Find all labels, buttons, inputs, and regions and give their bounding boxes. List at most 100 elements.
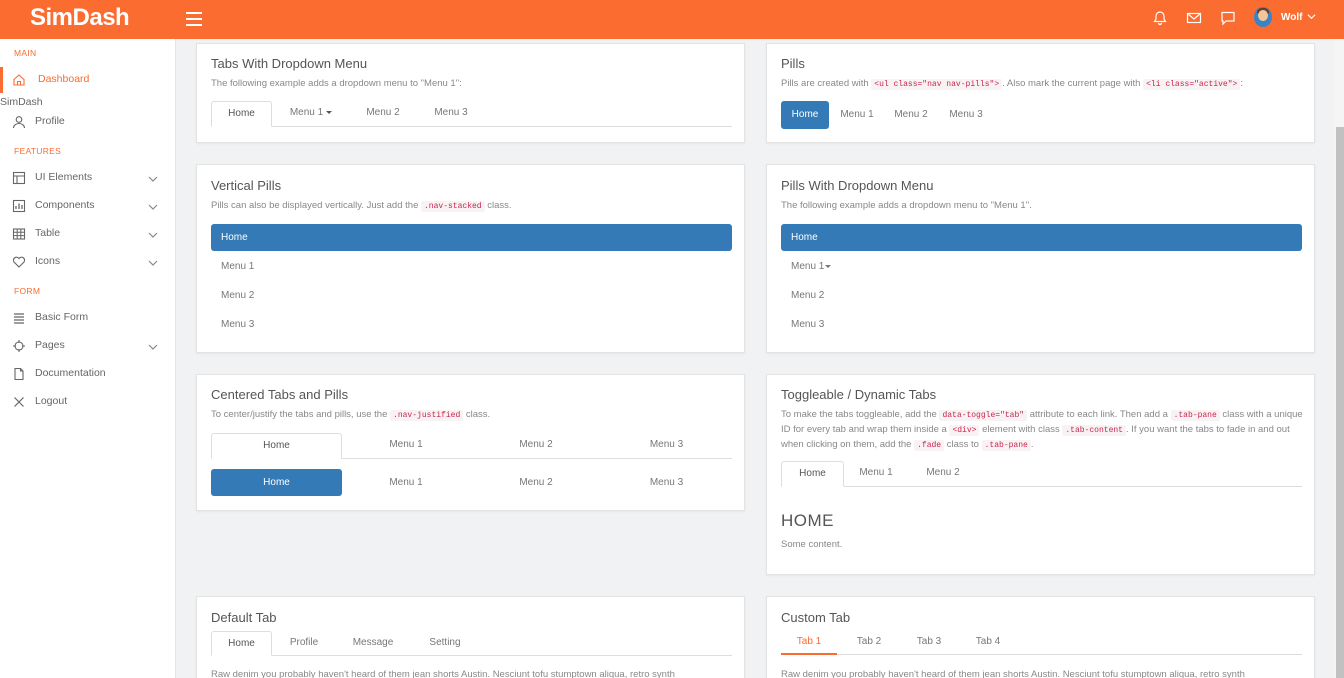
- sidebar-heading-main: MAIN: [14, 48, 37, 58]
- sidebar-item-label: Basic Form: [35, 311, 89, 323]
- user-icon: [12, 115, 26, 129]
- tab-menu-1-dropdown[interactable]: Menu 1: [280, 101, 342, 127]
- tab-bar: Home Menu 1 Menu 2 Menu 3: [211, 101, 732, 127]
- tab-bar: Home Profile Message Setting: [211, 631, 732, 656]
- card-description: To center/justify the tabs and pills, us…: [211, 409, 491, 421]
- sidebar-item-icons[interactable]: Icons: [0, 249, 176, 275]
- vertical-pill-menu-3[interactable]: Menu 3: [781, 311, 1302, 338]
- tab-menu-2[interactable]: Menu 2: [471, 433, 601, 459]
- sidebar-item-table[interactable]: Table: [0, 221, 176, 247]
- vertical-pill-menu-1[interactable]: Menu 1: [211, 253, 732, 280]
- card-description: To make the tabs toggleable, add the dat…: [781, 409, 1303, 451]
- chevron-down-icon: [147, 257, 159, 269]
- sidebar-heading-form: FORM: [14, 286, 41, 296]
- tab-3[interactable]: Tab 3: [903, 631, 955, 655]
- card-title: Vertical Pills: [211, 178, 282, 193]
- sidebar-item-documentation[interactable]: Documentation: [0, 361, 176, 387]
- chevron-down-icon: [147, 173, 159, 185]
- tab-pane-title: HOME: [781, 511, 834, 530]
- pill-menu-3[interactable]: Menu 3: [601, 469, 732, 496]
- code-snippet: .tab-pane: [1170, 410, 1220, 421]
- caret-down-icon: [326, 110, 333, 114]
- home-icon: [12, 73, 26, 87]
- sidebar-brand-text: SimDash: [0, 96, 43, 108]
- pill-home[interactable]: Home: [211, 469, 342, 496]
- heart-icon: [12, 255, 26, 269]
- chevron-down-icon: [147, 229, 159, 241]
- tab-home[interactable]: Home: [211, 433, 342, 459]
- vertical-pill-menu-2[interactable]: Menu 2: [781, 282, 1302, 309]
- sidebar-item-label: Icons: [35, 255, 61, 267]
- hamburger-menu-icon[interactable]: [186, 12, 202, 26]
- x-icon: [12, 395, 26, 409]
- tab-home[interactable]: Home: [781, 461, 844, 487]
- tab-message[interactable]: Message: [342, 631, 404, 656]
- card-centered-tabs: Centered Tabs and Pills To center/justif…: [196, 374, 745, 511]
- mail-icon[interactable]: [1186, 10, 1202, 26]
- top-navbar: SimDash Wolf: [0, 0, 1344, 39]
- tab-menu-3[interactable]: Menu 3: [424, 101, 478, 127]
- sidebar-item-label: Profile: [35, 115, 65, 127]
- tab-menu-2[interactable]: Menu 2: [915, 461, 971, 487]
- tab-2[interactable]: Tab 2: [843, 631, 895, 655]
- bell-icon[interactable]: [1152, 10, 1168, 26]
- chevron-down-icon: [147, 341, 159, 353]
- card-title: Tabs With Dropdown Menu: [211, 56, 368, 71]
- sidebar-item-logout[interactable]: Logout: [0, 389, 176, 415]
- pill-home[interactable]: Home: [781, 101, 829, 129]
- code-snippet: <div>: [949, 425, 980, 436]
- chart-icon: [12, 199, 26, 213]
- card-description: The following example adds a dropdown me…: [781, 200, 1032, 211]
- vertical-pill-home[interactable]: Home: [781, 224, 1302, 251]
- sidebar-item-label: Dashboard: [38, 73, 90, 85]
- tab-bar: Home Menu 1 Menu 2: [781, 461, 1302, 487]
- pill-menu-2[interactable]: Menu 2: [887, 101, 935, 129]
- chat-icon[interactable]: [1220, 10, 1236, 26]
- sidebar-item-basic-form[interactable]: Basic Form: [0, 305, 176, 331]
- tab-1[interactable]: Tab 1: [781, 631, 837, 655]
- tab-4[interactable]: Tab 4: [962, 631, 1014, 655]
- pill-menu-2[interactable]: Menu 2: [471, 469, 601, 496]
- sidebar: MAIN Dashboard SimDash Profile FEATURES …: [0, 39, 176, 678]
- pill-menu-3[interactable]: Menu 3: [942, 101, 990, 129]
- pill-menu-1[interactable]: Menu 1: [341, 469, 471, 496]
- vertical-pill-menu-2[interactable]: Menu 2: [211, 282, 732, 309]
- chevron-down-icon[interactable]: [1307, 12, 1316, 21]
- sidebar-item-profile[interactable]: Profile: [0, 109, 176, 135]
- user-name[interactable]: Wolf: [1281, 12, 1302, 23]
- tab-setting[interactable]: Setting: [416, 631, 474, 656]
- brand-logo[interactable]: SimDash: [30, 3, 130, 33]
- tab-menu-2[interactable]: Menu 2: [356, 101, 410, 127]
- card-pills: Pills Pills are created with <ul class="…: [766, 43, 1315, 143]
- code-snippet: .tab-content: [1062, 425, 1126, 436]
- user-avatar[interactable]: [1254, 7, 1272, 27]
- tab-home[interactable]: Home: [211, 101, 272, 127]
- sidebar-item-ui-elements[interactable]: UI Elements: [0, 165, 176, 191]
- sidebar-item-label: Components: [35, 199, 95, 211]
- code-snippet: .nav-stacked: [421, 201, 485, 212]
- code-snippet: data-toggle="tab": [939, 410, 1028, 421]
- tab-menu-1[interactable]: Menu 1: [341, 433, 471, 459]
- sidebar-heading-features: FEATURES: [14, 146, 62, 156]
- code-snippet: <ul class="nav nav-pills">: [871, 79, 1003, 90]
- sidebar-item-components[interactable]: Components: [0, 193, 176, 219]
- tab-home[interactable]: Home: [211, 631, 272, 656]
- grid-icon: [12, 227, 26, 241]
- tab-menu-3[interactable]: Menu 3: [601, 433, 732, 459]
- list-icon: [12, 311, 26, 325]
- vertical-pill-menu-1-dropdown[interactable]: Menu 1: [781, 253, 1302, 280]
- vertical-pill-home[interactable]: Home: [211, 224, 732, 251]
- pill-menu-1[interactable]: Menu 1: [833, 101, 881, 129]
- vertical-pill-menu-3[interactable]: Menu 3: [211, 311, 732, 338]
- tab-profile[interactable]: Profile: [277, 631, 331, 656]
- tab-menu-1[interactable]: Menu 1: [849, 461, 903, 487]
- scrollbar-thumb[interactable]: [1336, 127, 1344, 678]
- tab-pane-content: Raw denim you probably haven't heard of …: [211, 669, 675, 678]
- card-description: Pills are created with <ul class="nav na…: [781, 78, 1243, 90]
- code-snippet: .tab-pane: [981, 440, 1031, 451]
- pill-label: Menu 1: [791, 261, 825, 272]
- sidebar-item-dashboard[interactable]: Dashboard: [0, 67, 176, 93]
- sidebar-item-pages[interactable]: Pages: [0, 333, 176, 359]
- caret-down-icon: [825, 264, 832, 268]
- tab-pane-content: Some content.: [781, 539, 843, 550]
